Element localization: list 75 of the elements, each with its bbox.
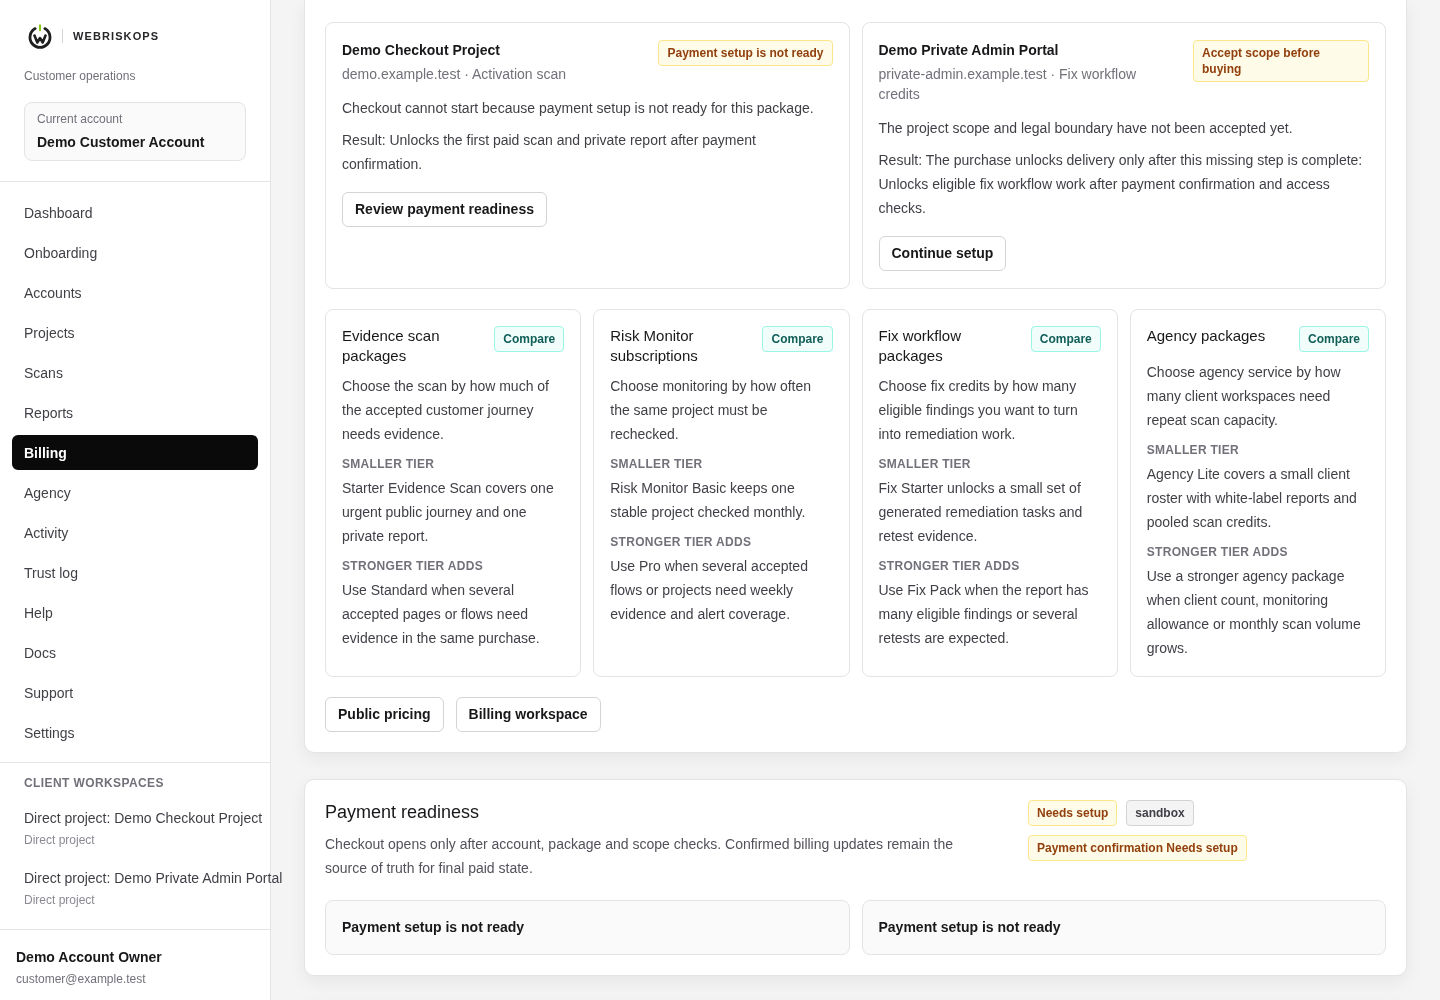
account-name: Demo Customer Account [37, 133, 206, 152]
package-title: Risk Monitor subscriptions [610, 326, 699, 366]
nav-item[interactable]: Billing [12, 435, 258, 470]
project-title: Demo Private Admin Portal [878, 41, 1060, 60]
section-description: Checkout opens only after account, package and scope checks. Confirmed billing updates remain the source of truth for final paid state. [325, 835, 955, 878]
brand-name: WEBRISKOPS [73, 30, 160, 42]
package-title: Agency packages [1146, 326, 1266, 346]
link-button[interactable]: Billing workspace [455, 697, 601, 732]
project-description: The project scope and legal boundary have not been accepted yet. [878, 119, 1294, 138]
status-badge: sandbox [1126, 800, 1194, 826]
package-description: Choose fix credits by how many eligible findings you want to turn into remediation work. [878, 377, 1079, 444]
tier-text: Fix Starter unlocks a small set of generated remediation tasks and retest evidence. [878, 479, 1084, 546]
status-badge: Accept scope before buying [1193, 40, 1369, 82]
status-message: Payment setup is not ready [861, 900, 1386, 955]
link-button[interactable]: Public pricing [325, 697, 444, 732]
compare-badge[interactable]: Compare [762, 326, 833, 352]
status-badge: Payment setup is not ready [658, 40, 833, 66]
project-description: Checkout cannot start because payment setup is not ready for this package. [342, 99, 815, 118]
tier-label: SMALLER TIER [342, 456, 436, 472]
nav-item[interactable]: Scans [12, 355, 258, 390]
result-text: Result: Unlocks the first paid scan and private report after payment confirmation. [342, 131, 757, 174]
status-badge: Payment confirmation Needs setup [1028, 835, 1247, 861]
workspace-link[interactable]: Direct project: Demo Private Admin Portal [24, 868, 283, 888]
tier-label: SMALLER TIER [610, 456, 704, 472]
section-title: Payment readiness [325, 801, 481, 824]
nav-item[interactable]: Agency [12, 475, 258, 510]
compare-badge[interactable]: Compare [1030, 326, 1101, 352]
logo-icon [27, 23, 53, 49]
tier-text: Risk Monitor Basic keeps one stable project checked monthly. [610, 479, 807, 522]
package-title: Fix workflow packages [878, 326, 962, 366]
project-meta: private-admin.example.test · Fix workflow credits [878, 65, 1138, 104]
project-meta: demo.example.test · Activation scan [342, 65, 568, 84]
nav-item[interactable]: Reports [12, 395, 258, 430]
compare-badge[interactable]: Compare [1299, 326, 1369, 352]
result-text: Result: The purchase unlocks delivery only after this missing step is complete: Unlocks eligible fix workflow work after payment confirmation and access checks. [878, 151, 1364, 218]
nav-item[interactable]: Activity [12, 515, 258, 550]
package-description: Choose agency service by how many client workspaces need repeat scan capacity. [1146, 363, 1342, 430]
tier-text: Agency Lite covers a small client roster with white-label reports and pooled scan credits. [1146, 465, 1358, 532]
user-name: Demo Account Owner [16, 948, 163, 967]
nav-item[interactable]: Help [12, 595, 258, 630]
status-message: Payment setup is not ready [325, 900, 850, 955]
tier-label: SMALLER TIER [878, 456, 972, 472]
workspace-link[interactable]: Direct project: Demo Checkout Project [24, 808, 263, 828]
nav-item[interactable]: Trust log [12, 555, 258, 590]
tier-label: STRONGER TIER ADDS [1146, 544, 1289, 560]
compare-badge[interactable]: Compare [494, 326, 565, 352]
workspace-type: Direct project [24, 832, 96, 848]
nav-item[interactable]: Settings [12, 715, 258, 750]
status-badge: Needs setup [1028, 800, 1118, 826]
package-description: Choose monitoring by how often the same project must be rechecked. [610, 377, 813, 444]
tier-text: Use Pro when several accepted flows or projects need weekly evidence and alert coverage. [610, 557, 809, 624]
package-title: Evidence scan packages [342, 326, 441, 366]
nav-item[interactable]: Docs [12, 635, 258, 670]
workspace-type: Direct project [24, 892, 96, 908]
tier-label: SMALLER TIER [1146, 442, 1240, 458]
tier-text: Use Fix Pack when the report has many eligible findings or several retests are expected. [878, 581, 1090, 648]
tier-text: Use a stronger agency package when client count, monitoring allowance or monthly scan volume grows. [1146, 567, 1362, 658]
nav-item[interactable]: Support [12, 675, 258, 710]
tier-label: STRONGER TIER ADDS [878, 558, 1021, 574]
action-button[interactable]: Continue setup [878, 236, 1007, 271]
section-heading: CLIENT WORKSPACES [24, 775, 165, 791]
nav-item[interactable]: Accounts [12, 275, 258, 310]
tier-label: STRONGER TIER ADDS [610, 534, 753, 550]
account-label: Current account [37, 111, 124, 127]
project-title: Demo Checkout Project [342, 41, 501, 60]
sidebar-subtitle: Customer operations [24, 68, 137, 84]
nav-item[interactable]: Onboarding [12, 235, 258, 270]
user-email: customer@example.test [16, 971, 147, 987]
action-button[interactable]: Review payment readiness [342, 192, 547, 227]
nav-item[interactable]: Projects [12, 315, 258, 350]
package-description: Choose the scan by how much of the accepted customer journey needs evidence. [342, 377, 550, 444]
tier-label: STRONGER TIER ADDS [342, 558, 484, 574]
tier-text: Use Standard when several accepted pages or flows need evidence in the same purchase. [342, 581, 541, 648]
nav-item[interactable]: Dashboard [12, 195, 258, 230]
tier-text: Starter Evidence Scan covers one urgent public journey and one private report. [342, 479, 555, 546]
